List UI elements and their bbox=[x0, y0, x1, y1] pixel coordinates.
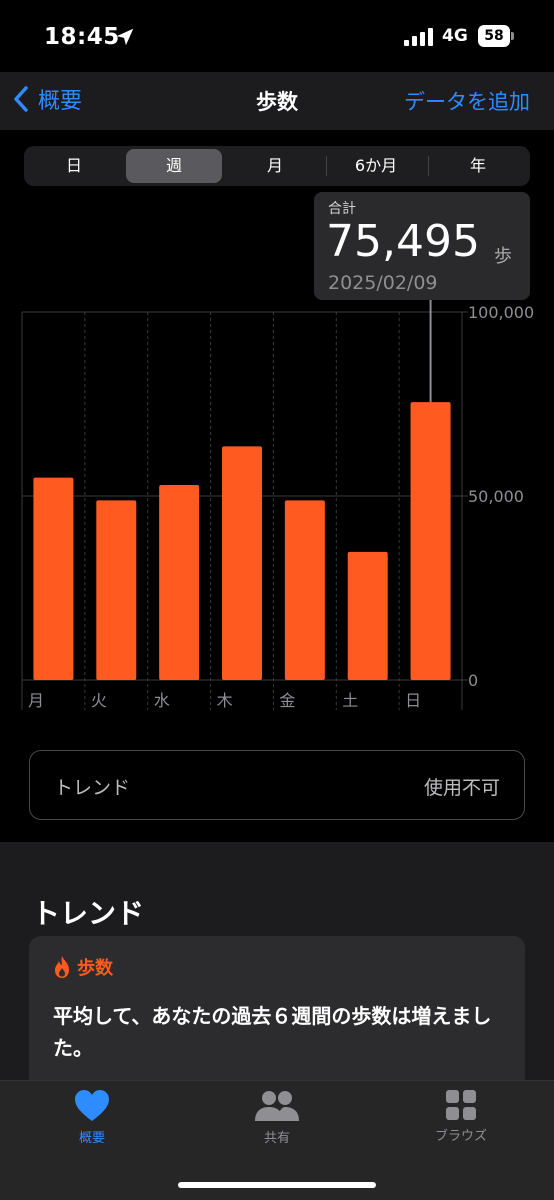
tab-browse-label: ブラウズ bbox=[434, 1129, 487, 1144]
battery-icon: 58 bbox=[478, 25, 514, 47]
period-segmented-control: 日 週 月 6か月 年 bbox=[24, 146, 530, 186]
flame-icon bbox=[55, 956, 69, 978]
trend-row-value: 使用不可 bbox=[423, 777, 500, 799]
navigation-bar: 概要 歩数 データを追加 bbox=[0, 72, 554, 130]
bar-0 bbox=[33, 477, 74, 680]
people-icon bbox=[255, 1091, 299, 1121]
selection-tooltip: 合計 75,495 歩 2025/02/09 bbox=[314, 192, 530, 300]
bar-1 bbox=[96, 500, 137, 680]
bar-3 bbox=[222, 446, 262, 680]
grid-icon bbox=[446, 1090, 476, 1120]
trend-card-label: 歩数 bbox=[77, 958, 113, 979]
x-tick-label: 水 bbox=[154, 691, 170, 710]
x-tick-label: 土 bbox=[342, 691, 358, 710]
location-arrow-icon bbox=[116, 28, 134, 46]
tab-sharing-label: 共有 bbox=[263, 1131, 290, 1146]
tab-browse[interactable]: ブラウズ bbox=[406, 1089, 516, 1144]
trends-heading: トレンド bbox=[32, 897, 145, 930]
x-tick-label: 月 bbox=[28, 691, 44, 710]
segment-week[interactable]: 週 bbox=[126, 149, 222, 183]
trend-row-label: トレンド bbox=[54, 777, 131, 799]
y-tick-label: 100,000 bbox=[468, 303, 534, 322]
y-tick-label: 50,000 bbox=[468, 487, 524, 506]
bar-4 bbox=[284, 500, 325, 680]
home-indicator bbox=[178, 1182, 376, 1188]
tab-summary-label: 概要 bbox=[78, 1131, 105, 1146]
trend-row[interactable]: トレンド 使用不可 bbox=[29, 750, 525, 820]
x-tick-label: 木 bbox=[217, 691, 233, 710]
add-data-button[interactable]: データを追加 bbox=[404, 86, 530, 116]
x-tick-label: 火 bbox=[91, 691, 107, 710]
segment-month[interactable]: 月 bbox=[227, 149, 323, 183]
bar-2 bbox=[159, 484, 200, 680]
trend-card-text: 平均して、あなたの過去６週間の歩数は増えました。 bbox=[53, 1004, 492, 1060]
tab-summary[interactable]: 概要 bbox=[37, 1089, 147, 1146]
battery-level: 58 bbox=[478, 25, 510, 47]
tooltip-label: 合計 bbox=[328, 201, 356, 217]
tab-sharing[interactable]: 共有 bbox=[222, 1089, 332, 1146]
status-time: 18:45 bbox=[44, 24, 120, 50]
status-bar: 18:45 4G 58 bbox=[0, 0, 554, 72]
signal-icon bbox=[404, 28, 433, 46]
tooltip-date: 2025/02/09 bbox=[328, 272, 438, 294]
bar-6 bbox=[410, 402, 451, 680]
trend-card-header: 歩数 bbox=[51, 954, 113, 980]
bar-5 bbox=[347, 551, 388, 680]
segment-day[interactable]: 日 bbox=[26, 149, 122, 183]
y-tick-label: 0 bbox=[468, 671, 478, 690]
tooltip-unit: 歩 bbox=[494, 246, 512, 267]
x-tick-label: 金 bbox=[279, 691, 295, 710]
segment-6months[interactable]: 6か月 bbox=[328, 149, 424, 183]
segment-year[interactable]: 年 bbox=[430, 149, 526, 183]
heart-icon bbox=[75, 1090, 109, 1121]
network-type: 4G bbox=[442, 26, 468, 46]
x-tick-label: 日 bbox=[405, 691, 421, 710]
tooltip-value: 75,495 bbox=[326, 216, 480, 267]
